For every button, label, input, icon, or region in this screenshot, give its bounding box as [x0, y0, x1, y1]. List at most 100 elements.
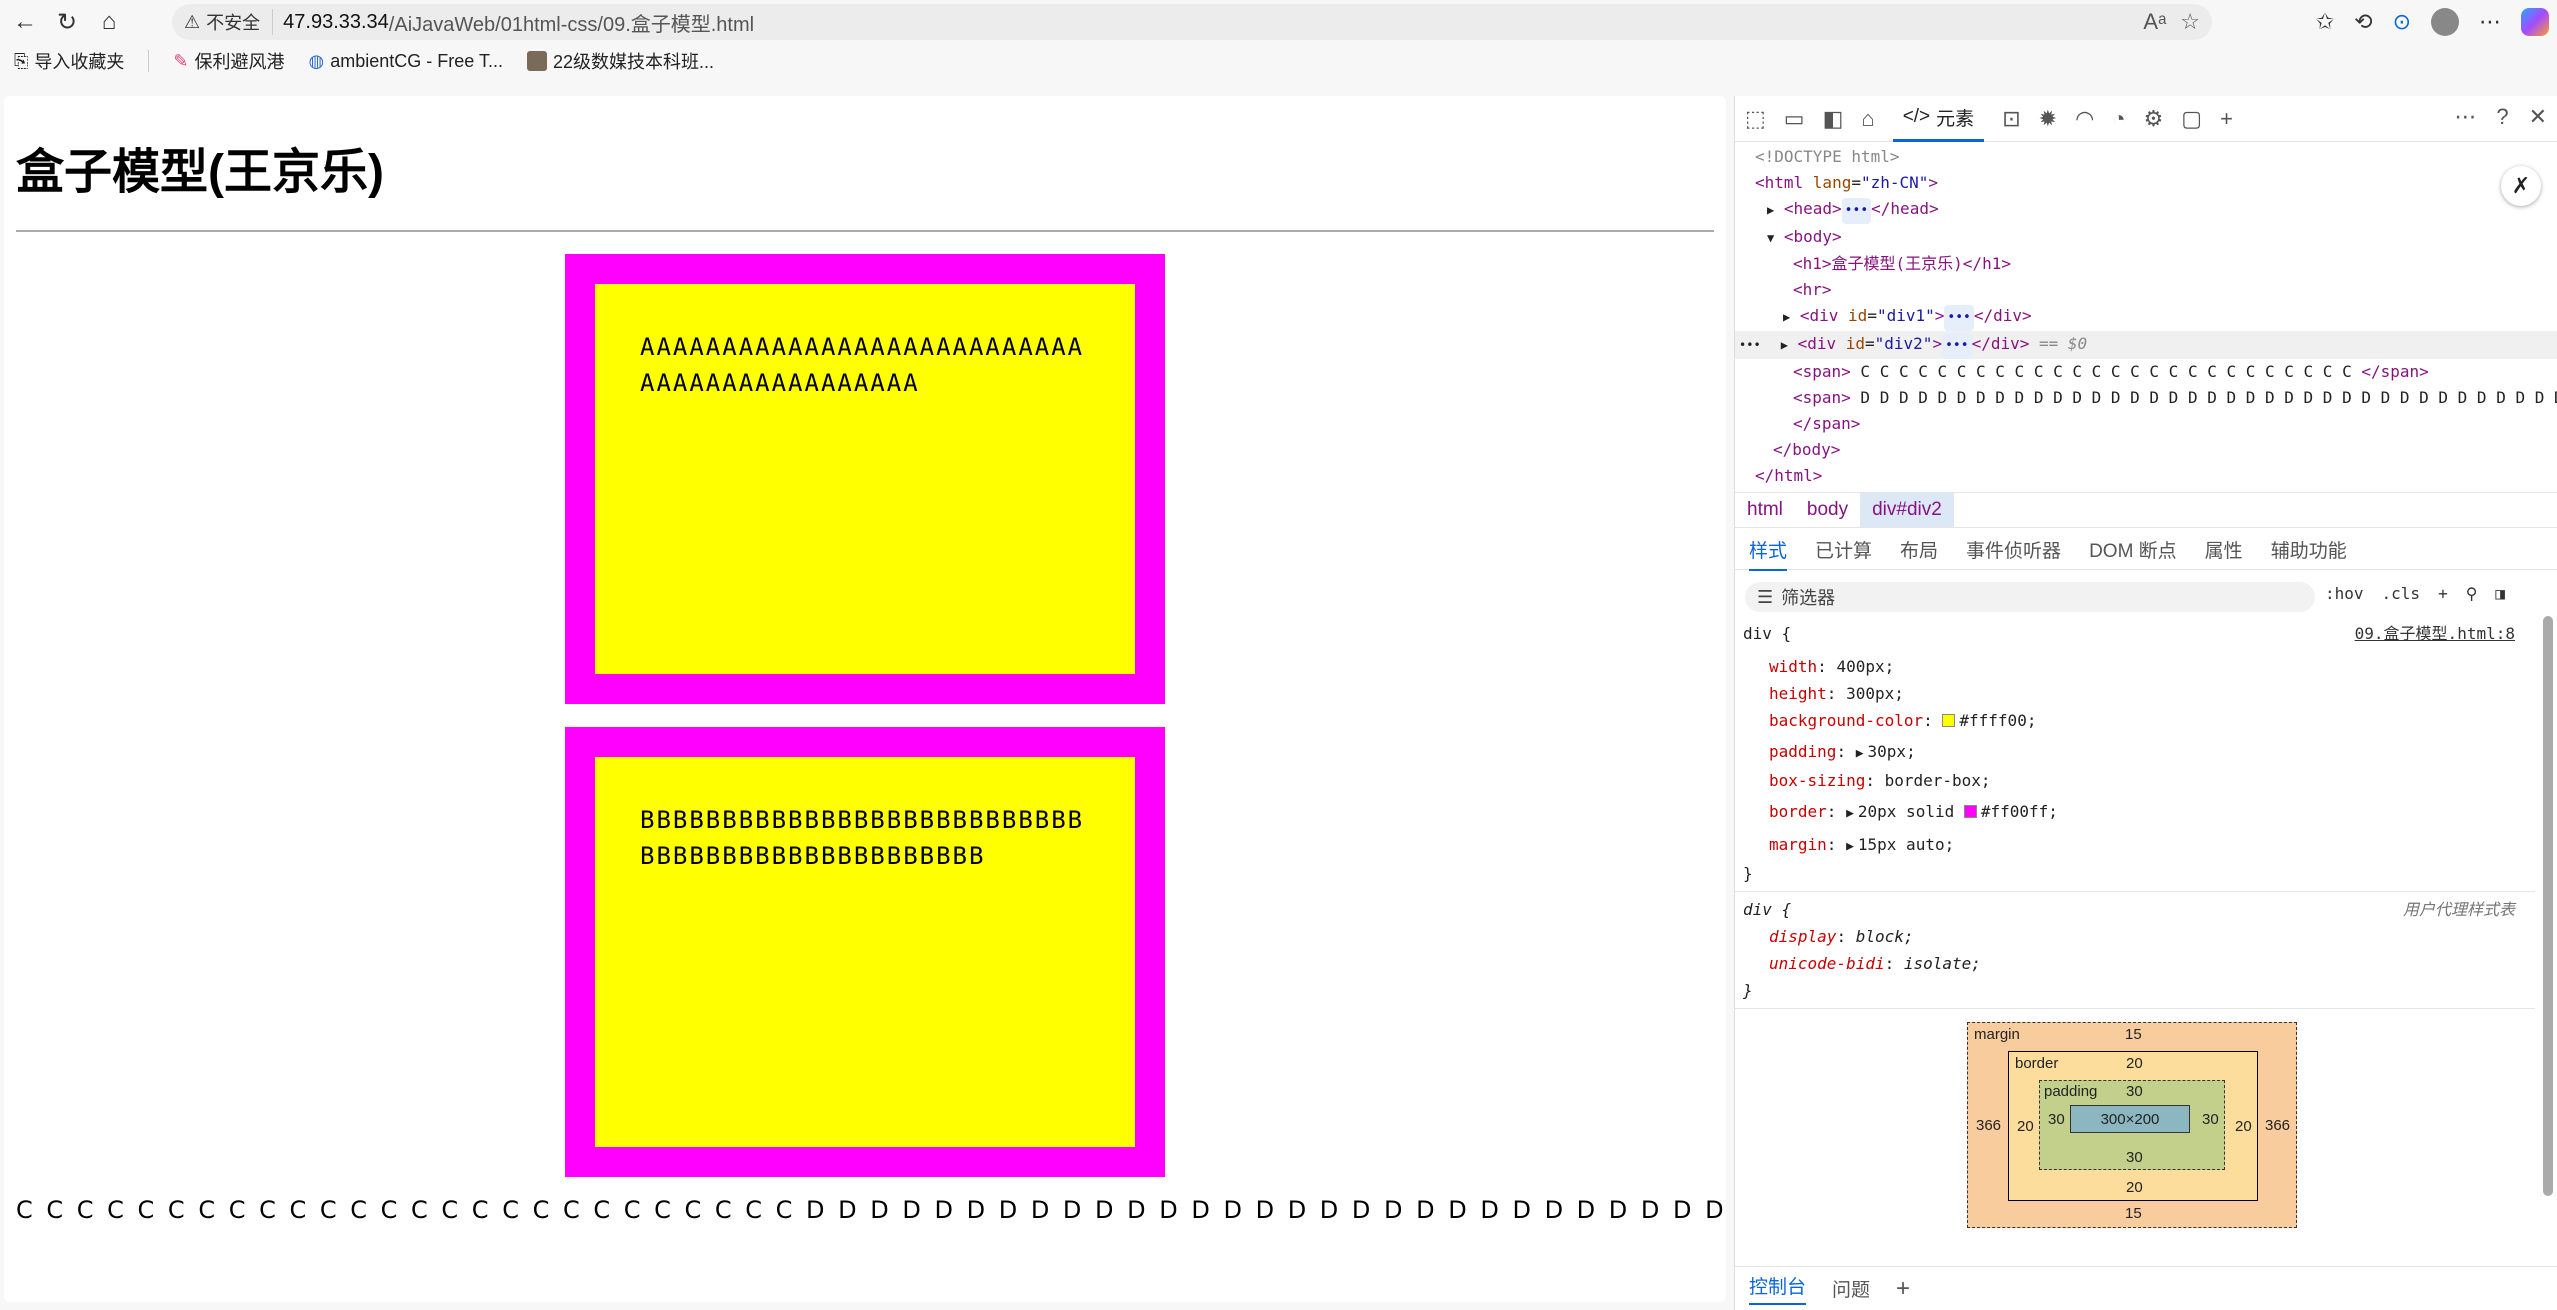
tab-layout[interactable]: 布局	[1900, 536, 1938, 563]
tab-properties[interactable]: 属性	[2205, 536, 2243, 563]
breadcrumb-body[interactable]: body	[1795, 493, 1860, 527]
margin-top[interactable]: 15	[2125, 1026, 2142, 1043]
dock-icon[interactable]: ◧	[1823, 106, 1844, 132]
add-tab-icon[interactable]: +	[2220, 106, 2233, 132]
cls-toggle[interactable]: .cls	[2382, 584, 2421, 603]
tab-issues[interactable]: 问题	[1832, 1275, 1870, 1302]
add-drawer-tab-icon[interactable]: +	[1896, 1275, 1910, 1303]
close-icon[interactable]: ✕	[2529, 104, 2547, 130]
back-icon[interactable]: ←	[8, 5, 42, 39]
css-prop[interactable]: box-sizing: border-box;	[1743, 767, 2525, 794]
border-left[interactable]: 20	[2017, 1118, 2034, 1135]
dom-line[interactable]: </html>	[1735, 463, 2557, 489]
dom-line[interactable]: <h1>盒子模型(王京乐)</h1>	[1735, 251, 2557, 277]
help-icon[interactable]: ?	[2496, 104, 2508, 130]
rule-close: }	[1743, 864, 1753, 883]
color-swatch-yellow[interactable]	[1942, 714, 1956, 727]
read-aloud-icon[interactable]: Aᵃ	[2143, 9, 2166, 35]
application-icon[interactable]: ▢	[2181, 106, 2202, 132]
tab-dom-breakpoints[interactable]: DOM 断点	[2089, 536, 2177, 563]
copilot-icon[interactable]	[2521, 8, 2549, 36]
expand-triangle-icon[interactable]: ▶	[1846, 839, 1854, 854]
tab-styles[interactable]: 样式	[1749, 536, 1788, 571]
tab-computed[interactable]: 已计算	[1815, 536, 1872, 563]
padding-bottom[interactable]: 30	[2126, 1149, 2143, 1166]
bookmark-import[interactable]: ⎘ 导入收藏夹	[14, 48, 124, 74]
network-icon[interactable]: ◠	[2075, 106, 2094, 132]
refresh-icon[interactable]: ↻	[50, 5, 84, 39]
dom-line[interactable]: <hr>	[1735, 277, 2557, 303]
globe-icon: ◍	[308, 50, 325, 71]
color-swatch-magenta[interactable]	[1963, 805, 1977, 818]
border-top[interactable]: 20	[2126, 1055, 2143, 1072]
bookmarks-bar: ⎘ 导入收藏夹 ✎ 保利避风港 ◍ ambientCG - Free T... 22级…	[0, 44, 2557, 78]
console-icon[interactable]: ⊡	[2002, 106, 2020, 132]
css-prop[interactable]: margin: ▶ 15px auto;	[1743, 831, 2525, 860]
margin-right[interactable]: 366	[2265, 1117, 2290, 1134]
dom-line[interactable]: <span> C C C C C C C C C C C C C C C C C…	[1735, 359, 2557, 385]
dom-line[interactable]: ▶ <head> ••• </head>	[1735, 196, 2557, 224]
bookmark-item[interactable]: 22级数媒技本科班...	[526, 48, 714, 74]
more-menu-icon[interactable]: ⋯	[2479, 9, 2501, 35]
favorites-icon[interactable]: ✩	[2316, 9, 2334, 35]
favorite-star-icon[interactable]: ☆	[2180, 9, 2200, 35]
margin-bottom[interactable]: 15	[2125, 1205, 2142, 1222]
styles-filter-input[interactable]: ☰ 筛选器	[1745, 582, 2315, 612]
tab-accessibility[interactable]: 辅助功能	[2271, 536, 2347, 563]
padding-right[interactable]: 30	[2202, 1111, 2219, 1128]
filter-icon: ☰	[1757, 586, 1774, 607]
border-bottom[interactable]: 20	[2126, 1179, 2143, 1196]
padding-top[interactable]: 30	[2126, 1083, 2143, 1100]
tab-console[interactable]: 控制台	[1749, 1272, 1807, 1305]
expand-triangle-icon[interactable]: ▶	[1781, 338, 1788, 352]
insecure-label[interactable]: 不安全	[206, 9, 274, 35]
breadcrumb-div2[interactable]: div#div2	[1860, 493, 1954, 527]
bug-icon[interactable]: ✹	[2039, 106, 2057, 132]
dom-line[interactable]: <!DOCTYPE html>	[1735, 144, 2557, 170]
welcome-home-icon[interactable]: ⌂	[1861, 106, 1874, 132]
more-tools-icon[interactable]: ⋯	[2454, 104, 2476, 130]
inspect-icon[interactable]: ⬚	[1745, 106, 1766, 132]
dom-line-selected[interactable]: ••• ▶ <div id="div2"> ••• </div> == $0	[1735, 331, 2557, 359]
settings-gear-icon[interactable]: ⚙	[2144, 106, 2164, 132]
dom-line[interactable]: ▶ <div id="div1"> ••• </div>	[1735, 303, 2557, 331]
device-icon[interactable]: ▭	[1784, 106, 1805, 132]
margin-left[interactable]: 366	[1976, 1117, 2001, 1134]
expand-triangle-icon[interactable]: ▶	[1846, 806, 1854, 821]
home-icon[interactable]: ⌂	[92, 5, 126, 39]
bookmark-item[interactable]: ◍ ambientCG - Free T...	[309, 51, 503, 72]
paint-icon[interactable]: ⚲	[2466, 584, 2478, 603]
box-model-content[interactable]: 300×200	[2070, 1105, 2190, 1133]
sidebar-toggle-icon[interactable]: ◨	[2495, 584, 2505, 603]
performance-icon[interactable]: ◔	[2112, 106, 2125, 132]
dom-line[interactable]: <html lang="zh-CN">	[1735, 170, 2557, 196]
expand-triangle-icon[interactable]: ▶	[1856, 746, 1864, 761]
css-prop[interactable]: width: 400px;	[1743, 653, 2525, 680]
tab-elements[interactable]: </> 元素	[1892, 96, 1985, 142]
tab-event-listeners[interactable]: 事件侦听器	[1966, 536, 2061, 563]
new-rule-icon[interactable]: +	[2438, 584, 2448, 603]
profile-avatar[interactable]	[2431, 8, 2459, 36]
css-prop[interactable]: padding: ▶ 30px;	[1743, 738, 2525, 767]
collapse-triangle-icon[interactable]: ▼	[1767, 231, 1774, 245]
styles-scrollbar[interactable]	[2543, 616, 2553, 1196]
css-prop[interactable]: height: 300px;	[1743, 680, 2525, 707]
history-icon[interactable]: ⟲	[2354, 9, 2372, 35]
dom-line[interactable]: <span> D D D D D D D D D D D D D D D D D…	[1735, 385, 2557, 411]
hov-toggle[interactable]: :hov	[2325, 584, 2364, 603]
padding-left[interactable]: 30	[2048, 1111, 2065, 1128]
row-menu-icon[interactable]: •••	[1735, 338, 1781, 352]
downloads-icon[interactable]: ⊙	[2393, 9, 2411, 35]
rule-source-link[interactable]: 09.盒子模型.html:8	[2355, 620, 2515, 647]
expand-triangle-icon[interactable]: ▶	[1783, 310, 1790, 324]
css-prop[interactable]: background-color: #ffff00;	[1743, 707, 2525, 734]
dom-line[interactable]: </body>	[1735, 437, 2557, 463]
expand-triangle-icon[interactable]: ▶	[1767, 203, 1774, 217]
breadcrumb-html[interactable]: html	[1735, 493, 1795, 527]
dom-line[interactable]: ▼ <body>	[1735, 224, 2557, 251]
address-bar[interactable]: ⚠ 不安全 47.93.33.34/AiJavaWeb/01html-css/0…	[172, 4, 2212, 40]
border-right[interactable]: 20	[2235, 1118, 2252, 1135]
css-prop[interactable]: border: ▶ 20px solid #ff00ff;	[1743, 798, 2525, 827]
bookmark-item[interactable]: ✎ 保利避风港	[173, 48, 284, 74]
dom-line[interactable]: </span>	[1735, 411, 2557, 437]
